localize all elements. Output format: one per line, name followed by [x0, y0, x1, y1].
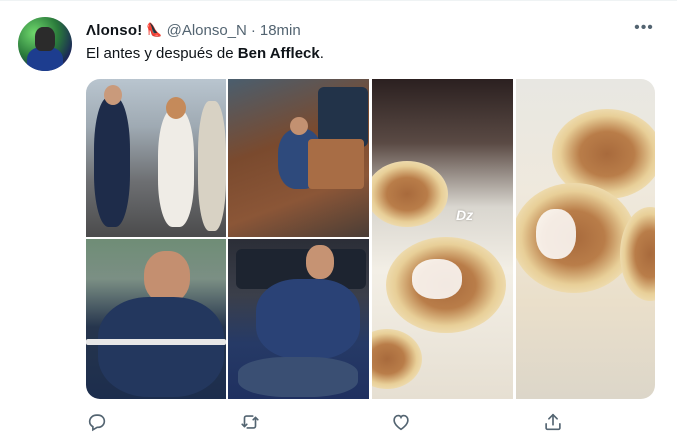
photo-pancakes-plate[interactable]: Dz	[372, 79, 513, 399]
avatar-figure-head	[35, 27, 55, 51]
cream-topping	[412, 259, 462, 299]
photo-man-reclining[interactable]	[228, 239, 369, 399]
cream-topping	[536, 209, 576, 259]
reply-icon[interactable]	[86, 411, 108, 433]
figure-man-head	[290, 117, 308, 135]
figure-man-shirt	[256, 279, 360, 359]
tweet-actions	[86, 411, 655, 439]
tweet-text: El antes y después de Ben Affleck.	[86, 45, 324, 62]
media-grid[interactable]: Dz	[86, 79, 655, 399]
tweet-text-prefix: El antes y después de	[86, 45, 238, 62]
boat-rail	[86, 339, 226, 345]
heel-icon: 👠	[146, 22, 163, 37]
figure-man-legs	[238, 357, 358, 397]
tweet[interactable]: Λlonso! 👠 @Alonso_N · 18min ••• El antes…	[0, 0, 677, 447]
figure-bodyguard	[198, 101, 226, 231]
avatar[interactable]	[18, 17, 72, 71]
tweet-header: Λlonso! 👠 @Alonso_N · 18min	[86, 20, 301, 40]
figure-man-head	[104, 85, 122, 105]
pancake	[372, 329, 422, 389]
photo-pancakes-closeup[interactable]	[516, 79, 655, 399]
figure-man-head	[306, 245, 334, 279]
handle[interactable]: @Alonso_N	[167, 22, 247, 39]
pancake	[516, 183, 636, 293]
pancake	[372, 161, 448, 227]
share-icon[interactable]	[542, 411, 564, 433]
figure-woman-head	[166, 97, 186, 119]
deck-table	[308, 139, 364, 189]
display-name[interactable]: Λlonso!	[86, 22, 142, 39]
photo-couple-walking[interactable]	[86, 79, 226, 237]
figure-man	[94, 97, 130, 227]
tweet-text-suffix: .	[319, 45, 324, 62]
watermark: Dz	[456, 207, 474, 223]
heart-icon[interactable]	[390, 411, 412, 433]
figure-woman-dress	[158, 109, 194, 227]
photo-man-resting-on-boat[interactable]	[86, 239, 226, 399]
photo-man-on-deck[interactable]	[228, 79, 369, 237]
separator: ·	[250, 21, 256, 39]
deck-seat	[318, 87, 368, 147]
timestamp[interactable]: 18min	[260, 22, 301, 39]
more-options-icon[interactable]: •••	[632, 19, 656, 39]
figure-man-head	[144, 251, 190, 303]
tweet-text-bold: Ben Affleck	[237, 45, 320, 62]
retweet-icon[interactable]	[239, 411, 261, 433]
figure-man-shirt	[98, 297, 224, 397]
